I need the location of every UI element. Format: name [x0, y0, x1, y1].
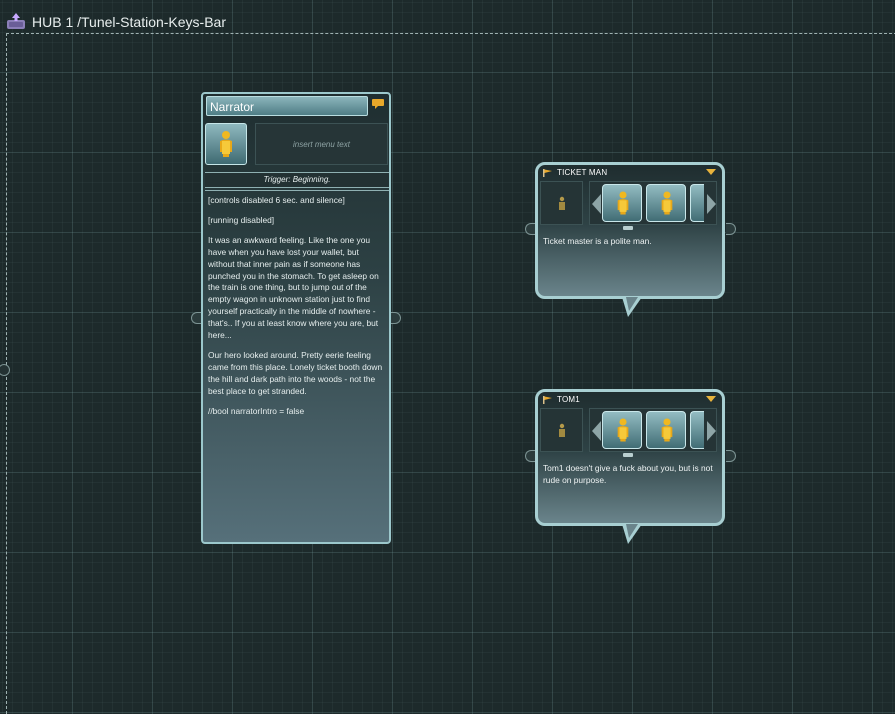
arrow-right-icon[interactable]: [707, 194, 716, 214]
person-icon: [617, 191, 629, 215]
collapse-icon[interactable]: [706, 169, 716, 175]
person-icon: [220, 131, 232, 157]
paragraph: //bool narratorIntro = false: [208, 405, 305, 416]
arrow-left-icon[interactable]: [592, 194, 601, 214]
speech-tail-inner: [626, 524, 638, 538]
portrait-carousel[interactable]: [589, 181, 717, 225]
hub-frame: [6, 33, 895, 714]
speaker-name: TOM1: [557, 395, 580, 404]
portrait-slot[interactable]: [646, 184, 686, 222]
resize-handle[interactable]: [623, 226, 633, 230]
person-icon: [617, 418, 629, 442]
speaker-name: TICKET MAN: [557, 168, 608, 177]
person-small-icon: [559, 196, 565, 210]
person-icon: [661, 418, 673, 442]
input-connector[interactable]: [191, 312, 201, 324]
collapse-icon[interactable]: [706, 396, 716, 402]
portrait-slot[interactable]: [690, 411, 704, 449]
portrait-slot[interactable]: [602, 411, 642, 449]
portrait-slot[interactable]: [690, 184, 704, 222]
flag-icon: [543, 169, 552, 177]
paragraph: [controls disabled 6 sec. and silence]: [208, 195, 345, 205]
dialogue-node-tom1[interactable]: TOM1 Tom1 doesn't give a fuck about you,…: [525, 389, 736, 544]
paragraph: [running disabled]: [208, 214, 275, 225]
dialogue-text[interactable]: Tom1 doesn't give a fuck about you, but …: [543, 463, 721, 487]
speaker-portrait[interactable]: [540, 181, 583, 225]
person-icon: [661, 191, 673, 215]
flag-icon: [543, 396, 552, 404]
speaker-portrait[interactable]: [540, 408, 583, 452]
speaker-name: Narrator: [210, 100, 255, 114]
dialogue-text[interactable]: Ticket master is a polite man.: [543, 236, 721, 248]
breadcrumb[interactable]: HUB 1 /Tunel-Station-Keys-Bar: [32, 14, 226, 30]
paragraph: It was an awkward feeling. Like the one …: [208, 234, 379, 341]
person-small-icon: [559, 423, 565, 437]
speech-tail-inner: [626, 297, 638, 311]
dialogue-text[interactable]: [controls disabled 6 sec. and silence] […: [205, 190, 389, 540]
node-header[interactable]: Narrator: [206, 96, 368, 116]
arrow-left-icon[interactable]: [592, 421, 601, 441]
paragraph: Our hero looked around. Pretty eerie fee…: [208, 349, 383, 396]
dialogue-node-ticket-man[interactable]: TICKET MAN Ticket master is a polite man…: [525, 162, 736, 317]
resize-handle[interactable]: [623, 453, 633, 457]
input-connector[interactable]: [525, 450, 535, 462]
hub-icon[interactable]: [6, 12, 26, 30]
speaker-portrait[interactable]: [205, 123, 247, 165]
trigger-label: Trigger: Beginning.: [205, 172, 389, 188]
input-connector[interactable]: [525, 223, 535, 235]
canvas-toolbar: HUB 1 /Tunel-Station-Keys-Bar: [0, 0, 895, 34]
portrait-slot[interactable]: [646, 411, 686, 449]
arrow-right-icon[interactable]: [707, 421, 716, 441]
portrait-slot[interactable]: [602, 184, 642, 222]
narrator-node[interactable]: Narrator insert menu text Trigger: Begin…: [191, 92, 401, 544]
portrait-carousel[interactable]: [589, 408, 717, 452]
menu-text-field[interactable]: insert menu text: [255, 123, 388, 165]
comment-icon[interactable]: [372, 99, 384, 109]
